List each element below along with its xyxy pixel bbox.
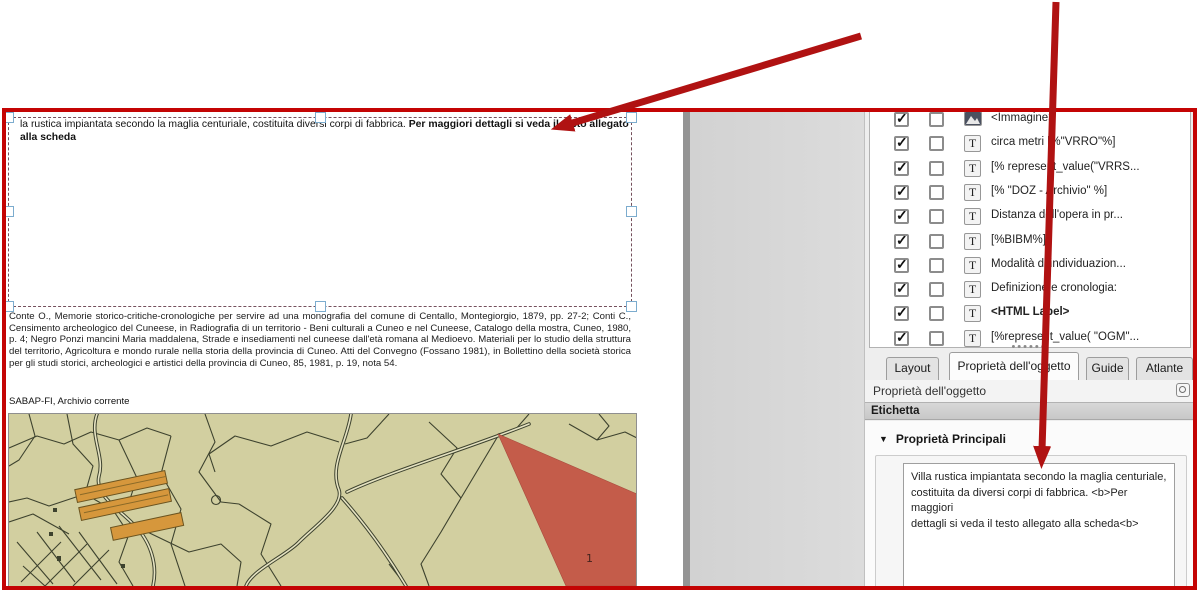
- float-panel-icon[interactable]: [1176, 383, 1190, 397]
- lock-checkbox[interactable]: [929, 136, 944, 151]
- text-icon: T: [964, 208, 981, 225]
- annotated-screenshot: la rustica impiantata secondo la maglia …: [0, 0, 1200, 592]
- checkmark-icon: ✓: [896, 134, 908, 151]
- selection-handle[interactable]: [6, 112, 14, 123]
- checkmark-icon: ✓: [896, 207, 908, 224]
- checkmark-icon: ✓: [896, 256, 908, 273]
- layout-item-row[interactable]: ✓ T [% represent_value("VRRS...: [870, 157, 1190, 180]
- lock-checkbox[interactable]: [929, 258, 944, 273]
- checkmark-icon: ✓: [896, 280, 908, 297]
- lock-checkbox[interactable]: [929, 112, 944, 127]
- selection-handle[interactable]: [626, 206, 637, 217]
- layout-item-label: [%BIBM%]: [991, 234, 1046, 246]
- image-icon: [964, 112, 982, 126]
- layout-item-label: <Immagine>: [991, 112, 1055, 124]
- selection-handle[interactable]: [6, 301, 14, 312]
- visibility-checkbox[interactable]: ✓: [894, 209, 909, 224]
- map-zone-label: 1: [586, 552, 593, 565]
- visibility-checkbox[interactable]: ✓: [894, 234, 909, 249]
- selection-handle[interactable]: [315, 301, 326, 312]
- visibility-checkbox[interactable]: ✓: [894, 185, 909, 200]
- layout-item-row[interactable]: ✓ T Distanza dell'opera in pr...: [870, 205, 1190, 228]
- layout-items-list[interactable]: ✓ <Immagine> ✓ Tcirca metri [%"VRRO"%] ✓ T [% …: [869, 112, 1191, 348]
- visibility-checkbox[interactable]: ✓: [894, 161, 909, 176]
- text-icon: T: [964, 184, 981, 201]
- label-text-normal: la rustica impiantata secondo la maglia …: [20, 119, 302, 130]
- layout-canvas[interactable]: la rustica impiantata secondo la maglia …: [6, 112, 683, 586]
- layout-item-label: Definizione e cronologia:: [991, 282, 1117, 294]
- panel-splitter-handle[interactable]: ••••••: [865, 343, 1193, 351]
- layout-item-row[interactable]: ✓ T [% "DOZ - Archivio" %]: [870, 181, 1190, 204]
- canvas-vertical-scrollbar[interactable]: [683, 112, 690, 586]
- right-panel: ✓ <Immagine> ✓ Tcirca metri [%"VRRO"%] ✓ T [% …: [865, 112, 1193, 586]
- checkmark-icon: ✓: [896, 159, 908, 176]
- lock-checkbox[interactable]: [929, 185, 944, 200]
- tab-propriet-dell-oggetto[interactable]: Proprietà dell'oggetto: [949, 352, 1079, 380]
- text-icon: T: [964, 160, 981, 177]
- tab-atlante[interactable]: Atlante: [1136, 357, 1193, 380]
- lock-checkbox[interactable]: [929, 209, 944, 224]
- selection-handle[interactable]: [6, 206, 14, 217]
- selection-handle[interactable]: [626, 112, 637, 123]
- cadastral-map: 1: [9, 414, 637, 586]
- bibliography-text: Conte O., Memorie storico-critiche-crono…: [9, 311, 631, 370]
- layout-item-label: [% represent_value("VRRS...: [991, 161, 1140, 173]
- map-item[interactable]: 1: [8, 413, 637, 586]
- tab-layout[interactable]: Layout: [886, 357, 939, 380]
- lock-checkbox[interactable]: [929, 306, 944, 321]
- checkmark-icon: ✓: [896, 304, 908, 321]
- visibility-checkbox[interactable]: ✓: [894, 136, 909, 151]
- checkmark-icon: ✓: [896, 183, 908, 200]
- text-icon: T: [964, 135, 981, 152]
- visibility-checkbox[interactable]: ✓: [894, 306, 909, 321]
- layout-item-label: Modalità di individuazion...: [991, 258, 1126, 270]
- archive-credit-text: SABAP-FI, Archivio corrente: [9, 396, 130, 407]
- panel-title: Proprietà dell'oggetto: [873, 384, 986, 398]
- main-properties-group[interactable]: ▼Proprietà Principali: [879, 432, 1006, 446]
- text-icon: T: [964, 281, 981, 298]
- text-icon: T: [964, 305, 981, 322]
- visibility-checkbox[interactable]: ✓: [894, 258, 909, 273]
- selected-label-item-outline[interactable]: [8, 117, 632, 307]
- layout-item-row[interactable]: ✓ T <HTML Label>: [870, 302, 1190, 325]
- tab-guide[interactable]: Guide: [1086, 357, 1129, 380]
- empty-dock-area: [690, 112, 865, 586]
- visibility-checkbox[interactable]: ✓: [894, 112, 909, 127]
- layout-item-row[interactable]: ✓ T Modalità di individuazion...: [870, 254, 1190, 277]
- collapse-triangle-icon: ▼: [879, 434, 888, 444]
- layout-item-label: Distanza dell'opera in pr...: [991, 209, 1123, 221]
- layout-item-row[interactable]: ✓ <Immagine>: [870, 112, 1190, 131]
- lock-checkbox[interactable]: [929, 161, 944, 176]
- text-icon: T: [964, 257, 981, 274]
- main-properties-groupbox: Villa rustica impiantata secondo la magl…: [875, 455, 1187, 586]
- screenshot-red-frame: la rustica impiantata secondo la maglia …: [2, 108, 1197, 590]
- layout-item-label: <HTML Label>: [991, 306, 1069, 318]
- layout-item-row[interactable]: ✓ T [%BIBM%]: [870, 230, 1190, 253]
- layout-item-label: circa metri [%"VRRO"%]: [991, 136, 1115, 148]
- checkmark-icon: ✓: [896, 232, 908, 249]
- layout-item-row[interactable]: ✓ Tcirca metri [%"VRRO"%]: [870, 132, 1190, 155]
- layout-item-row[interactable]: ✓ T Definizione e cronologia:: [870, 278, 1190, 301]
- text-icon: T: [964, 233, 981, 250]
- layout-item-label: [% "DOZ - Archivio" %]: [991, 185, 1107, 197]
- item-type-header: Etichetta: [865, 402, 1193, 420]
- lock-checkbox[interactable]: [929, 234, 944, 249]
- visibility-checkbox[interactable]: ✓: [894, 282, 909, 297]
- label-text-input[interactable]: Villa rustica impiantata secondo la magl…: [903, 463, 1175, 586]
- selection-handle[interactable]: [315, 112, 326, 123]
- checkmark-icon: ✓: [896, 112, 908, 127]
- lock-checkbox[interactable]: [929, 282, 944, 297]
- selection-handle[interactable]: [626, 301, 637, 312]
